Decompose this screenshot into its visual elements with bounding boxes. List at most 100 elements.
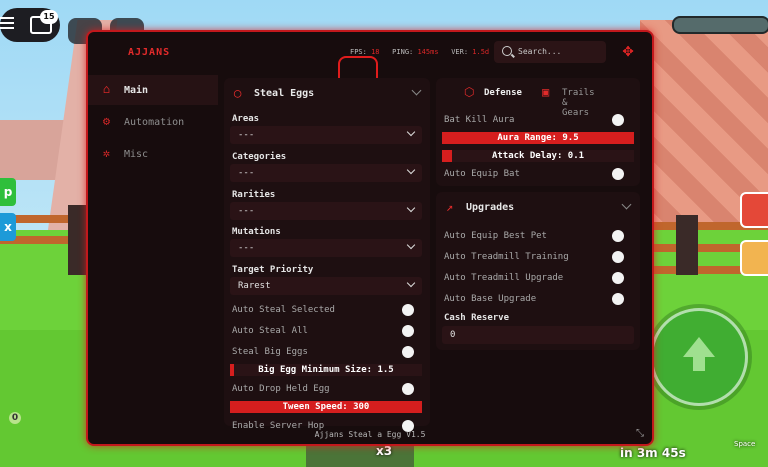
section-title: Steal Eggs <box>254 88 315 99</box>
toggle-label: Auto Equip Bat <box>444 169 520 179</box>
toggle-switch[interactable] <box>612 293 624 305</box>
fence-post <box>676 215 698 275</box>
home-icon: ⌂ <box>102 82 111 96</box>
brand-title: AJJANS <box>128 47 171 58</box>
cash-reserve-label: Cash Reserve <box>444 313 510 323</box>
auto-equip-bat-toggle[interactable]: Auto Equip Bat <box>436 166 640 184</box>
sidebar-item-misc[interactable]: ✲ Misc <box>88 139 218 169</box>
toggle-label: Auto Base Upgrade <box>444 294 537 304</box>
jump-button[interactable] <box>650 308 748 406</box>
steal-big-eggs-toggle[interactable]: Steal Big Eggs <box>224 344 430 362</box>
menu-icon[interactable] <box>0 17 14 19</box>
egg-button[interactable] <box>740 192 768 228</box>
dropdown-value: --- <box>238 206 255 216</box>
calendar-icon: ▣ <box>542 85 550 99</box>
sidebar-item-label: Misc <box>124 149 149 160</box>
target-priority-label: Target Priority <box>232 265 314 275</box>
coin-marker: 0 <box>9 412 21 424</box>
areas-dropdown[interactable]: --- <box>230 126 422 144</box>
toggle-switch[interactable] <box>612 168 624 180</box>
cog-icon: ✲ <box>102 146 111 160</box>
ping-label: PING: <box>392 48 414 56</box>
toggle-label: Auto Steal All <box>232 326 308 336</box>
bat-kill-aura-toggle[interactable]: Bat Kill Aura <box>436 112 640 130</box>
rarities-label: Rarities <box>232 190 276 200</box>
resize-icon[interactable]: ⤡ <box>636 428 644 439</box>
search-icon <box>502 46 512 56</box>
mutations-dropdown[interactable]: --- <box>230 239 422 257</box>
slider-label: Aura Range: 9.5 <box>497 133 579 143</box>
dropdown-value: --- <box>238 168 255 178</box>
sidebar-item-label: Automation <box>124 117 185 128</box>
health-bar <box>672 16 768 34</box>
big-egg-size-slider[interactable]: Big Egg Minimum Size: 1.5 <box>230 364 422 376</box>
side-button-shop[interactable]: p <box>0 178 16 206</box>
auto-steal-selected-toggle[interactable]: Auto Steal Selected <box>224 302 430 320</box>
slider-label: Tween Speed: 300 <box>282 402 370 412</box>
shield-icon: ⬡ <box>464 85 475 99</box>
auto-drop-toggle[interactable]: Auto Drop Held Egg <box>224 381 430 399</box>
panel-footer: Ajjans Steal a Egg V1.5 <box>314 430 426 439</box>
tab-label: Defense <box>484 88 522 98</box>
toggle-switch[interactable] <box>402 383 414 395</box>
chevron-down-icon[interactable] <box>621 199 632 210</box>
chevron-down-icon <box>406 127 416 137</box>
auto-equip-best-pet-toggle[interactable]: Auto Equip Best Pet <box>436 228 640 246</box>
chevron-down-icon <box>406 240 416 250</box>
paw-button[interactable] <box>740 240 768 276</box>
space-key-label: Space <box>734 440 756 448</box>
auto-treadmill-training-toggle[interactable]: Auto Treadmill Training <box>436 249 640 267</box>
section-title: Upgrades <box>466 202 515 213</box>
fps-value: 18 <box>371 48 380 56</box>
target-priority-dropdown[interactable]: Rarest <box>230 277 422 295</box>
toggle-switch[interactable] <box>612 230 624 242</box>
toggle-switch[interactable] <box>402 304 414 316</box>
auto-treadmill-upgrade-toggle[interactable]: Auto Treadmill Upgrade <box>436 270 640 288</box>
toggle-switch[interactable] <box>402 325 414 337</box>
ping-value: 145ms <box>417 48 439 56</box>
fence-post <box>68 205 88 275</box>
stats-line: FPS: 18 PING: 145ms VER: 1.5d <box>350 48 489 56</box>
gear-icon: ⚙ <box>102 114 111 128</box>
toggle-switch[interactable] <box>612 251 624 263</box>
dropdown-value: Rarest <box>238 281 271 291</box>
defense-section: ⬡ Defense ▣ Trails & Gears Bat Kill Aura… <box>436 78 640 186</box>
move-icon[interactable]: ✥ <box>618 41 638 61</box>
auto-base-upgrade-toggle[interactable]: Auto Base Upgrade <box>436 291 640 309</box>
toggle-label: Bat Kill Aura <box>444 115 515 125</box>
dropdown-value: --- <box>238 130 255 140</box>
ver-value: 1.5d <box>472 48 490 56</box>
rarities-dropdown[interactable]: --- <box>230 202 422 220</box>
input-value: 0 <box>450 330 456 340</box>
chevron-down-icon <box>406 278 416 288</box>
section-header[interactable]: ↗ Upgrades <box>436 192 640 222</box>
sidebar-item-automation[interactable]: ⚙ Automation <box>88 107 218 137</box>
cash-reserve-input[interactable]: 0 <box>442 326 634 344</box>
categories-label: Categories <box>232 152 287 162</box>
upgrades-section: ↗ Upgrades Auto Equip Best Pet Auto Trea… <box>436 192 640 350</box>
toggle-label: Auto Equip Best Pet <box>444 231 547 241</box>
tween-speed-slider[interactable]: Tween Speed: 300 <box>230 401 422 413</box>
chevron-down-icon <box>406 203 416 213</box>
trending-up-icon: ↗ <box>446 200 454 214</box>
toggle-switch[interactable] <box>612 272 624 284</box>
toggle-label: Auto Treadmill Training <box>444 252 569 262</box>
categories-dropdown[interactable]: --- <box>230 164 422 182</box>
sidebar: ⌂ Main ⚙ Automation ✲ Misc <box>88 72 218 444</box>
script-panel: AJJANS FPS: 18 PING: 145ms VER: 1.5d Sea… <box>86 30 654 446</box>
chevron-down-icon[interactable] <box>411 85 422 96</box>
toggle-switch[interactable] <box>402 346 414 358</box>
side-button-box[interactable]: x <box>0 213 16 241</box>
toggle-switch[interactable] <box>612 114 624 126</box>
search-box[interactable]: Search... <box>494 41 606 63</box>
menu-bar[interactable]: 15 <box>0 8 60 42</box>
slider-label: Big Egg Minimum Size: 1.5 <box>258 365 394 375</box>
dropdown-value: --- <box>238 243 255 253</box>
auto-steal-all-toggle[interactable]: Auto Steal All <box>224 323 430 341</box>
egg-icon: ◯ <box>234 86 242 100</box>
sidebar-item-main[interactable]: ⌂ Main <box>88 75 218 105</box>
timer-label: in 3m 45s <box>620 446 686 460</box>
section-header[interactable]: ◯ Steal Eggs <box>224 78 430 108</box>
attack-delay-slider[interactable]: Attack Delay: 0.1 <box>442 150 634 162</box>
aura-range-slider[interactable]: Aura Range: 9.5 <box>442 132 634 144</box>
